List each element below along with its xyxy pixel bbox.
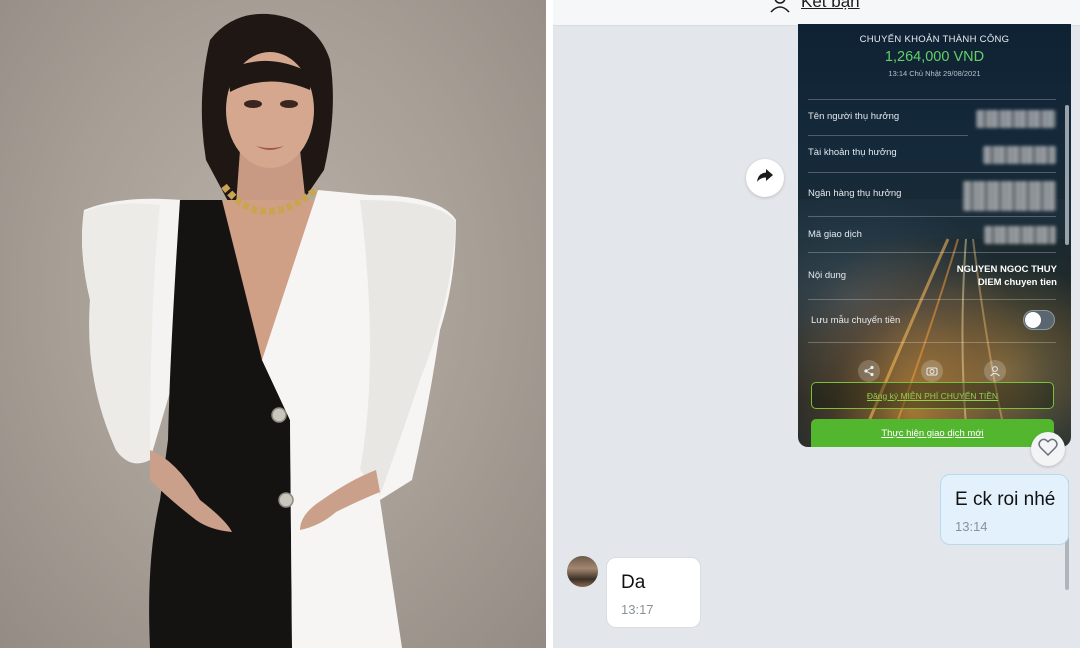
chat-panel: Kết bạn CHUYỂN KHOẢN THÀNH CÔNG 1,264,00… (553, 0, 1080, 648)
avatar[interactable] (567, 556, 598, 587)
message-text: Da (621, 572, 646, 593)
receipt-label-content: Nội dung (808, 270, 847, 281)
receipt-divider (808, 172, 1056, 173)
receipt-divider (808, 299, 1056, 300)
receipt-divider (808, 252, 1056, 253)
panel-divider (546, 0, 553, 648)
outgoing-message[interactable]: E ck roi nhé 13:14 (940, 474, 1069, 545)
receipt-label-beneficiary-name: Tên người thụ hưởng (808, 111, 900, 122)
person-icon (769, 0, 791, 13)
receipt-divider (808, 135, 968, 136)
redacted-value (984, 226, 1056, 244)
react-heart-button[interactable] (1031, 432, 1065, 466)
receipt-label-account: Tài khoản thụ hưởng (808, 147, 897, 158)
redacted-value (963, 181, 1056, 211)
save-template-label: Lưu mẫu chuyển tiền (811, 315, 901, 326)
message-text: E ck roi nhé (955, 489, 1056, 510)
receipt-title: CHUYỂN KHOẢN THÀNH CÔNG (859, 34, 1010, 45)
fashion-photo (0, 0, 546, 648)
new-transaction-button[interactable]: Thực hiện giao dịch mới (811, 419, 1054, 447)
receipt-divider (808, 342, 1056, 343)
chat-header: Kết bạn (553, 0, 1080, 26)
receipt-label-transaction-id: Mã giao dịch (808, 229, 862, 240)
redacted-value (983, 146, 1056, 164)
forward-icon (756, 168, 774, 189)
share-icon[interactable] (858, 360, 880, 382)
receipt-amount: 1,264,000 VND (884, 49, 985, 65)
receipt-divider (808, 216, 1056, 217)
forward-button[interactable] (746, 159, 784, 197)
receipt-datetime: 13:14 Chủ Nhật 29/08/2021 (888, 69, 981, 78)
receipt-scrollbar[interactable] (1065, 105, 1069, 245)
bank-receipt-image[interactable]: CHUYỂN KHOẢN THÀNH CÔNG 1,264,000 VND 13… (798, 24, 1071, 447)
message-time: 13:14 (955, 519, 988, 534)
incoming-message[interactable]: Da 13:17 (606, 557, 701, 628)
receipt-divider (808, 99, 1056, 100)
save-template-toggle[interactable] (1023, 310, 1055, 330)
register-free-transfer-button[interactable]: Đăng ký MIỄN PHÍ CHUYỂN TIỀN (811, 382, 1054, 409)
add-friend-label: Kết bạn (801, 0, 860, 11)
heart-icon (1038, 438, 1058, 461)
receipt-content-line2: DIEM chuyen tien (977, 277, 1057, 288)
camera-icon[interactable] (921, 360, 943, 382)
message-time: 13:17 (621, 602, 654, 617)
user-icon[interactable] (984, 360, 1006, 382)
add-friend-link[interactable]: Kết bạn (769, 0, 860, 13)
receipt-label-bank: Ngân hàng thụ hưởng (808, 188, 902, 199)
model-illustration (82, 13, 456, 648)
receipt-content-line1: NGUYEN NGOC THUY (956, 264, 1057, 275)
redacted-value (976, 110, 1056, 128)
